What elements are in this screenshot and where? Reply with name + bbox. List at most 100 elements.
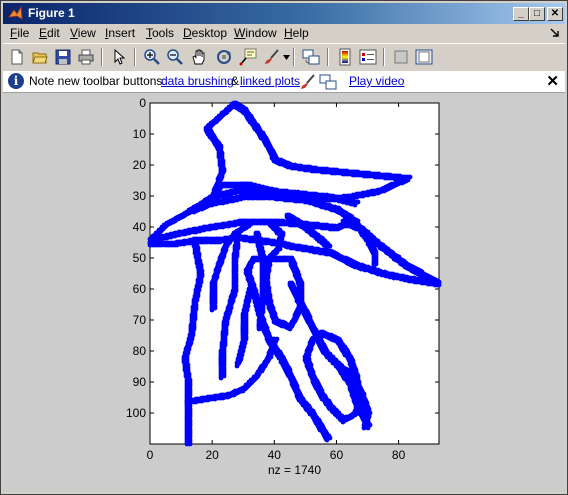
nonzero-marker bbox=[371, 264, 377, 270]
toolbar-notification-bar: i Note new toolbar buttons: data brushin… bbox=[3, 71, 565, 93]
brush-button[interactable] bbox=[262, 47, 282, 67]
y-tick-label: 40 bbox=[133, 220, 147, 234]
toolbar-separator bbox=[293, 48, 295, 66]
nonzero-marker bbox=[184, 400, 190, 406]
menu-insert[interactable]: Insert bbox=[105, 26, 135, 40]
open-file-icon bbox=[32, 52, 48, 64]
nonzero-marker bbox=[147, 242, 153, 248]
info-icon: i bbox=[8, 73, 24, 89]
x-axis-label: nz = 1740 bbox=[268, 463, 321, 477]
rotate-3d-icon bbox=[217, 50, 231, 64]
brush-dropdown-arrow-icon[interactable] bbox=[283, 55, 290, 60]
menu-tools[interactable]: Tools bbox=[146, 26, 174, 40]
new-figure-icon bbox=[11, 49, 23, 65]
y-tick-label: 80 bbox=[133, 344, 147, 358]
nonzero-marker bbox=[266, 305, 272, 311]
nonzero-marker bbox=[209, 307, 215, 313]
menu-help[interactable]: Help bbox=[284, 26, 309, 40]
link-plot-button[interactable] bbox=[301, 47, 321, 67]
print-icon bbox=[78, 49, 94, 65]
zoom-in-icon bbox=[144, 49, 160, 65]
new-figure-button[interactable] bbox=[7, 47, 27, 67]
minimize-button[interactable]: _ bbox=[513, 7, 529, 21]
figure-toolbar bbox=[3, 43, 565, 72]
select-arrow-icon bbox=[114, 49, 126, 65]
figure-window: Figure 1 _ □ ✕ File Edit View Insert Too… bbox=[0, 0, 568, 495]
print-button[interactable] bbox=[76, 47, 96, 67]
close-window-button[interactable]: ✕ bbox=[547, 7, 563, 21]
nonzero-marker bbox=[234, 363, 240, 369]
y-tick-label: 0 bbox=[139, 96, 146, 110]
y-tick-label: 50 bbox=[133, 251, 147, 265]
toolbar-separator bbox=[383, 48, 385, 66]
hide-plot-tools-icon bbox=[394, 50, 408, 64]
save-button[interactable] bbox=[53, 47, 73, 67]
hide-plot-tools-button[interactable] bbox=[391, 47, 411, 67]
y-tick-label: 90 bbox=[133, 375, 147, 389]
play-video-link[interactable]: Play video bbox=[349, 74, 404, 88]
linked-plots-link[interactable]: linked plots bbox=[240, 74, 300, 88]
y-tick-label: 100 bbox=[126, 406, 146, 420]
nonzero-marker bbox=[215, 181, 221, 187]
legend-icon bbox=[359, 49, 377, 65]
y-tick-label: 30 bbox=[133, 189, 147, 203]
window-title: Figure 1 bbox=[28, 6, 75, 20]
nonzero-marker bbox=[204, 129, 210, 135]
matlab-logo-icon bbox=[8, 6, 23, 20]
colorbar-icon bbox=[339, 48, 351, 66]
y-tick-label: 10 bbox=[133, 127, 147, 141]
brush-icon bbox=[265, 49, 279, 64]
nonzero-marker bbox=[324, 437, 330, 443]
close-icon: ✕ bbox=[550, 8, 560, 19]
title-bar[interactable]: Figure 1 _ □ ✕ bbox=[3, 3, 565, 24]
save-icon bbox=[55, 49, 71, 65]
link-plot-icon bbox=[302, 49, 320, 65]
dock-arrow-icon[interactable] bbox=[550, 28, 560, 38]
data-cursor-button[interactable] bbox=[238, 47, 258, 67]
toolbar-separator bbox=[327, 48, 329, 66]
close-notification-icon[interactable]: ✕ bbox=[546, 72, 559, 90]
menu-window[interactable]: Window bbox=[234, 26, 277, 40]
x-tick-label: 80 bbox=[392, 448, 406, 462]
insert-colorbar-button[interactable] bbox=[335, 47, 355, 67]
pan-button[interactable] bbox=[189, 47, 209, 67]
x-tick-label: 60 bbox=[330, 448, 344, 462]
y-tick-label: 20 bbox=[133, 158, 147, 172]
toolbar-separator bbox=[134, 48, 136, 66]
nonzero-marker bbox=[329, 196, 335, 202]
zoom-in-button[interactable] bbox=[142, 47, 162, 67]
menu-view[interactable]: View bbox=[70, 26, 96, 40]
nonzero-marker bbox=[252, 220, 258, 226]
zoom-out-button[interactable] bbox=[165, 47, 185, 67]
figure-canvas: 0 20 40 60 80 0 10 20 30 40 50 60 70 80 90 100 nz = 174… bbox=[3, 93, 565, 492]
maximize-button[interactable]: □ bbox=[529, 7, 545, 21]
menu-file[interactable]: File bbox=[10, 26, 29, 40]
minimize-icon: _ bbox=[518, 8, 524, 19]
ampersand-text: & bbox=[231, 74, 240, 88]
y-tick-label: 70 bbox=[133, 313, 147, 327]
spy-plot[interactable]: 0 20 40 60 80 0 10 20 30 40 50 60 70 80 90 100 nz = 174… bbox=[3, 93, 565, 492]
y-tick-label: 60 bbox=[133, 282, 147, 296]
menu-desktop[interactable]: Desktop bbox=[183, 26, 227, 40]
nonzero-marker bbox=[187, 441, 193, 447]
menu-bar: File Edit View Insert Tools Desktop Wind… bbox=[3, 25, 565, 43]
menu-edit[interactable]: Edit bbox=[39, 26, 60, 40]
nonzero-marker bbox=[361, 425, 367, 431]
nonzero-marker bbox=[218, 375, 224, 381]
show-plot-tools-button[interactable] bbox=[414, 47, 434, 67]
brush-icon bbox=[301, 74, 315, 89]
select-arrow-button[interactable] bbox=[109, 47, 129, 67]
rotate-3d-button[interactable] bbox=[214, 47, 234, 67]
data-cursor-icon bbox=[239, 48, 257, 66]
pan-hand-icon bbox=[192, 49, 205, 65]
data-brushing-link[interactable]: data brushing bbox=[161, 74, 234, 88]
insert-legend-button[interactable] bbox=[358, 47, 378, 67]
link-plot-icon bbox=[319, 74, 337, 90]
nonzero-marker bbox=[304, 353, 310, 359]
nonzero-marker bbox=[352, 202, 358, 208]
open-file-button[interactable] bbox=[30, 47, 50, 67]
maximize-icon: □ bbox=[533, 8, 541, 19]
x-tick-label: 0 bbox=[147, 448, 154, 462]
nonzero-marker bbox=[324, 245, 330, 251]
nonzero-marker bbox=[315, 334, 321, 340]
